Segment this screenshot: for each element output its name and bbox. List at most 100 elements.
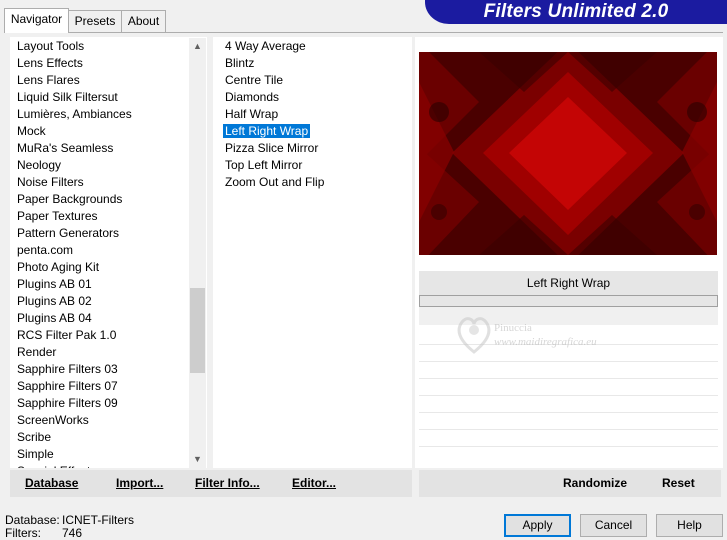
watermark-line1: Pinuccia: [494, 322, 532, 334]
watermark: Pinuccia www.maidiregrafica.eu: [454, 312, 634, 362]
category-item[interactable]: Special Effects: [14, 463, 132, 468]
filter-item[interactable]: Pizza Slice Mirror: [222, 140, 324, 157]
scroll-thumb[interactable]: [190, 288, 205, 373]
watermark-line2: www.maidiregrafica.eu: [494, 336, 597, 348]
category-label: Simple: [17, 447, 54, 461]
filter-label: Top Left Mirror: [225, 158, 303, 172]
filter-item[interactable]: Left Right Wrap: [222, 123, 324, 140]
category-label: Plugins AB 01: [17, 277, 92, 291]
category-item[interactable]: Plugins AB 04: [14, 310, 132, 327]
filter-label: Half Wrap: [225, 107, 279, 121]
category-item[interactable]: Render: [14, 344, 132, 361]
category-item[interactable]: Sapphire Filters 03: [14, 361, 132, 378]
category-item[interactable]: Sapphire Filters 07: [14, 378, 132, 395]
category-label: Scribe: [17, 430, 52, 444]
category-label: Lens Flares: [17, 73, 80, 87]
category-item[interactable]: Layout Tools: [14, 38, 132, 55]
category-item[interactable]: Paper Backgrounds: [14, 191, 132, 208]
randomize-button[interactable]: Randomize: [563, 476, 627, 490]
category-item[interactable]: Plugins AB 01: [14, 276, 132, 293]
right-toolbar: Randomize Reset: [419, 470, 721, 497]
category-item[interactable]: Paper Textures: [14, 208, 132, 225]
category-label: Special Effects: [17, 464, 96, 468]
category-item[interactable]: Simple: [14, 446, 132, 463]
category-item[interactable]: MuRa's Seamless: [14, 140, 132, 157]
category-item[interactable]: Pattern Generators: [14, 225, 132, 242]
apply-button[interactable]: Apply: [504, 514, 571, 537]
category-scrollbar[interactable]: ▲ ▼: [189, 38, 206, 468]
divider: [419, 412, 718, 413]
filter-item[interactable]: Blintz: [222, 55, 324, 72]
preview-image: [419, 52, 717, 255]
banner-title: Filters Unlimited 2.0: [483, 1, 669, 22]
category-label: Pattern Generators: [17, 226, 120, 240]
filter-label: Left Right Wrap: [223, 124, 311, 138]
filter-panel: 4 Way Average Blintz Centre Tile Diamonds Ha…: [213, 37, 412, 468]
category-item[interactable]: Noise Filters: [14, 174, 132, 191]
filter-item[interactable]: Top Left Mirror: [222, 157, 324, 174]
category-item[interactable]: RCS Filter Pak 1.0: [14, 327, 132, 344]
category-item[interactable]: Mock: [14, 123, 132, 140]
tab-divider: [4, 32, 723, 33]
filter-info-button[interactable]: Filter Info...: [195, 476, 260, 490]
category-item[interactable]: Liquid Silk Filtersut: [14, 89, 132, 106]
help-button[interactable]: Help: [656, 514, 723, 537]
category-item[interactable]: ScreenWorks: [14, 412, 132, 429]
category-label: Lumières, Ambiances: [17, 107, 132, 121]
tab-about[interactable]: About: [121, 10, 166, 32]
divider: [419, 395, 718, 396]
category-item[interactable]: Lens Flares: [14, 72, 132, 89]
divider: [419, 429, 718, 430]
divider: [419, 378, 718, 379]
scroll-down-icon[interactable]: ▼: [189, 451, 206, 468]
category-label: RCS Filter Pak 1.0: [17, 328, 117, 342]
category-label: MuRa's Seamless: [17, 141, 114, 155]
category-label: Lens Effects: [17, 56, 83, 70]
filter-list[interactable]: 4 Way Average Blintz Centre Tile Diamonds Ha…: [222, 38, 324, 191]
category-item[interactable]: Plugins AB 02: [14, 293, 132, 310]
filter-item[interactable]: Diamonds: [222, 89, 324, 106]
category-item[interactable]: Lumières, Ambiances: [14, 106, 132, 123]
category-label: Neology: [17, 158, 62, 172]
left-toolbar: Database Import... Filter Info... Editor…: [10, 470, 412, 497]
title-banner: Filters Unlimited 2.0: [425, 0, 727, 24]
category-label: Plugins AB 04: [17, 311, 92, 325]
category-list[interactable]: Layout Tools Lens Effects Lens Flares Liqui…: [14, 38, 132, 468]
category-item[interactable]: Sapphire Filters 09: [14, 395, 132, 412]
filter-item[interactable]: Zoom Out and Flip: [222, 174, 324, 191]
tab-navigator[interactable]: Navigator: [4, 8, 69, 33]
category-label: Sapphire Filters 03: [17, 362, 118, 376]
database-button[interactable]: Database: [25, 476, 78, 490]
editor-button[interactable]: Editor...: [292, 476, 336, 490]
category-label: Mock: [17, 124, 46, 138]
category-label: Photo Aging Kit: [17, 260, 100, 274]
category-panel: Layout Tools Lens Effects Lens Flares Liqui…: [10, 37, 207, 468]
heart-logo-icon: [457, 317, 491, 354]
category-label: Liquid Silk Filtersut: [17, 90, 118, 104]
reset-button[interactable]: Reset: [662, 476, 695, 490]
scroll-up-icon[interactable]: ▲: [189, 38, 206, 55]
filter-item[interactable]: 4 Way Average: [222, 38, 324, 55]
tab-presets[interactable]: Presets: [68, 10, 122, 32]
filter-label: Zoom Out and Flip: [225, 175, 325, 189]
preview-pattern: [419, 52, 717, 255]
filter-item[interactable]: Centre Tile: [222, 72, 324, 89]
progress-bar: [419, 295, 718, 307]
category-item[interactable]: Lens Effects: [14, 55, 132, 72]
category-item[interactable]: Photo Aging Kit: [14, 259, 132, 276]
category-label: Render: [17, 345, 57, 359]
category-item[interactable]: penta.com: [14, 242, 132, 259]
category-item[interactable]: Scribe: [14, 429, 132, 446]
category-label: Plugins AB 02: [17, 294, 92, 308]
filter-item[interactable]: Half Wrap: [222, 106, 324, 123]
filter-label: Pizza Slice Mirror: [225, 141, 319, 155]
category-label: Paper Backgrounds: [17, 192, 123, 206]
category-label: Paper Textures: [17, 209, 98, 223]
divider: [419, 446, 718, 447]
cancel-button[interactable]: Cancel: [580, 514, 647, 537]
filter-label: Centre Tile: [225, 73, 284, 87]
category-label: penta.com: [17, 243, 74, 257]
filter-label: 4 Way Average: [225, 39, 306, 53]
category-item[interactable]: Neology: [14, 157, 132, 174]
import-button[interactable]: Import...: [116, 476, 163, 490]
